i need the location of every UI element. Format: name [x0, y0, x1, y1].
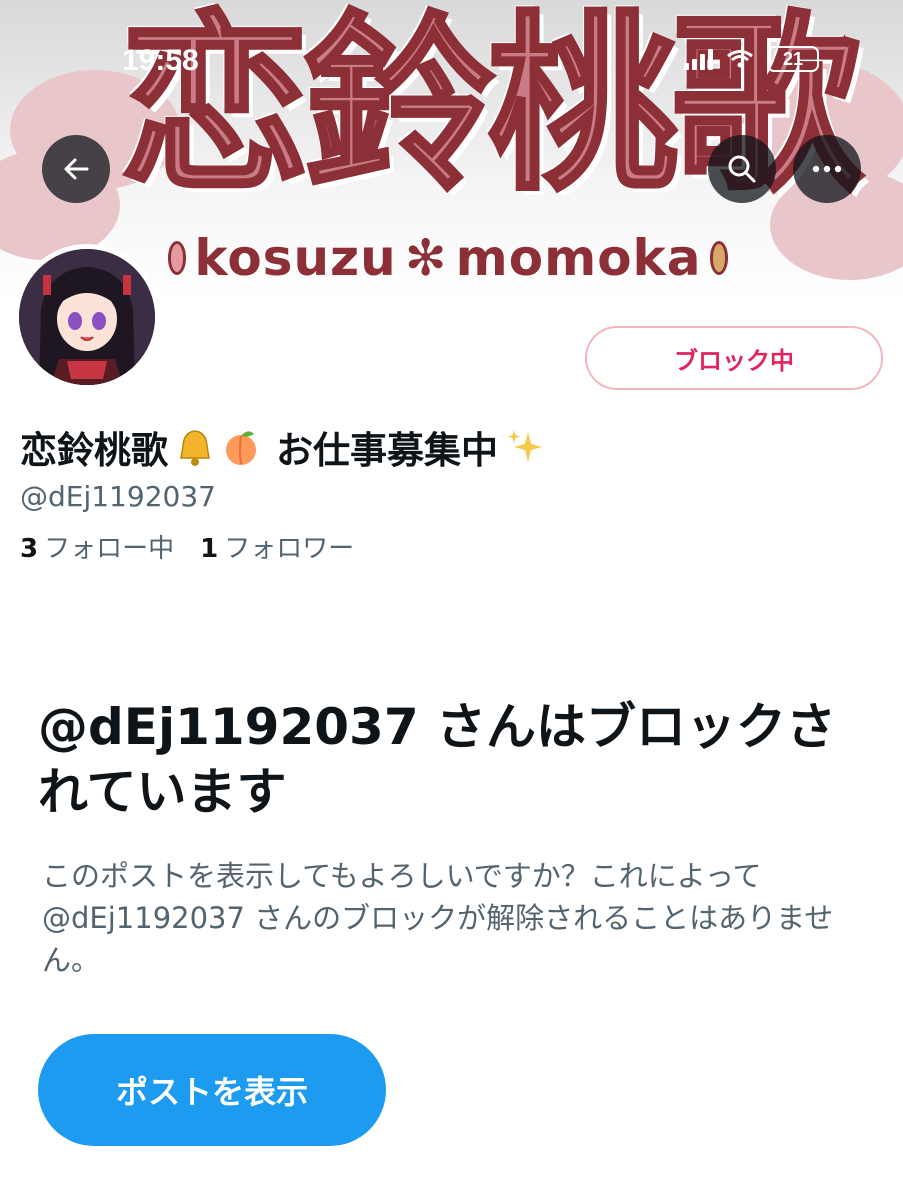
search-button[interactable] [708, 135, 776, 203]
cellular-signal-icon [684, 48, 713, 70]
display-name-text: 恋鈴桃歌 [20, 429, 168, 472]
wifi-icon [727, 50, 753, 68]
more-horizontal-icon [812, 165, 842, 173]
profile-avatar[interactable] [14, 244, 160, 390]
profile-display-name: 恋鈴桃歌 お仕事募集中 [20, 420, 546, 474]
blocked-notice-title: @dEj1192037 さんはブロックされています [38, 698, 837, 821]
bell-dot-icon [709, 241, 728, 275]
more-options-button[interactable] [793, 135, 861, 203]
sparkles-emoji-icon [508, 430, 542, 462]
following-link[interactable]: 3 フォロー中 [20, 528, 174, 565]
battery-indicator: 21 [767, 46, 819, 72]
profile-banner: 恋鈴桃歌 kosuzu ✻ momoka 19:58 21 [0, 0, 903, 300]
status-indicators: 21 [684, 46, 819, 72]
peach-dot-icon [168, 241, 187, 275]
status-time: 19:58 [122, 44, 199, 77]
avatar-illustration [19, 249, 155, 385]
view-posts-button[interactable]: ポストを表示 [38, 1034, 386, 1146]
profile-handle: @dEj1192037 [20, 480, 216, 513]
blocking-button[interactable]: ブロック中 [585, 326, 883, 390]
display-name-suffix: お仕事募集中 [276, 429, 498, 472]
blocked-notice-description: このポストを表示してもよろしいですか？これによって @dEj1192037 さん… [42, 859, 834, 978]
followers-label: フォロワー [224, 534, 355, 564]
followers-count: 1 [200, 534, 219, 564]
arrow-left-icon [64, 158, 89, 180]
following-count: 3 [20, 534, 39, 564]
search-icon [728, 155, 756, 183]
back-button[interactable] [42, 135, 110, 203]
bell-emoji-icon [180, 430, 210, 466]
follow-stats: 3 フォロー中 1 フォロワー [20, 528, 354, 565]
banner-sub-right: momoka [455, 229, 702, 287]
peach-emoji-icon [226, 431, 256, 465]
banner-sub-separator: ✻ [404, 229, 448, 287]
banner-sub-left: kosuzu [194, 229, 397, 287]
following-label: フォロー中 [44, 534, 175, 564]
banner-logo-subtitle: kosuzu ✻ momoka [168, 222, 728, 294]
followers-link[interactable]: 1 フォロワー [200, 528, 354, 565]
